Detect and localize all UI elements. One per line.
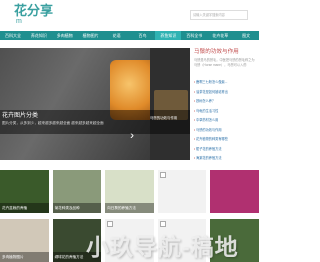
gallery-caption: 向日葵的养殖方法 [105,203,154,213]
nav-item[interactable]: 图文 [233,31,259,40]
gallery-caption: 菊花种类及品种 [52,203,102,213]
side-list-item[interactable]: 乌龟的生活习性 [194,107,256,117]
hero-right-caption[interactable]: 马鬃的功效与作用 [150,116,190,121]
gallery-card[interactable]: 菊花种类及品种 [52,170,102,213]
side-list-item[interactable]: 油茶花是如何被培育出 [194,88,256,98]
broken-image-icon [159,221,166,227]
hero-image-right [150,48,190,160]
gallery-card[interactable]: 多肉植物图片 [0,219,49,262]
side-desc: 马鬃是马的鬃毛，中医把马鬃的鬃毛称之为马鬃（Horse mane），马鬃可以入药 [194,58,255,67]
side-list-item[interactable]: 栀子花的养殖方法 [194,145,256,155]
side-list-item[interactable]: 中草药材怎么用 [194,116,256,126]
hero-section-title: 花卉图片分类 [2,113,39,119]
nav-item[interactable]: 植物图片 [78,31,104,40]
nav-item[interactable]: 百科大全 [0,31,26,40]
site-logo-sub: m [16,18,22,25]
side-list-item[interactable]: 海棠花的养殖方法 [194,154,256,164]
watermark-text: 小玖导航-稿地 [86,234,239,260]
main-nav: 百科大全 养花知识 多肉植物 植物图片 花语 百鸟 养鱼知识 百科全书 花卉花草… [0,31,259,40]
hero-section-desc: 图片分类，从多到少，越来越多越来越全面 越来越多越来越全面 [2,121,104,125]
side-list-item[interactable]: 鹿啊三七粉怎么做最... [194,78,256,88]
nav-item[interactable]: 花语 [104,31,130,40]
site-logo[interactable]: 花分享 [14,4,53,17]
nav-item[interactable]: 花卉花草 [207,31,233,40]
broken-image-icon [159,172,166,178]
side-list-item[interactable]: 铁树怎么养？ [194,97,256,107]
gallery-image [210,170,259,213]
gallery-card[interactable] [157,170,207,213]
side-list-item[interactable]: 马鬃的功效与作用 [194,126,256,136]
nav-item[interactable]: 百鸟 [130,31,156,40]
gallery-caption: 多肉植物图片 [0,252,49,262]
hero-slider[interactable]: › [0,48,190,160]
side-title[interactable]: 马鬃的功效与作用 [194,48,239,56]
gallery-card[interactable]: 向日葵的养殖方法 [105,170,154,213]
search-input[interactable]: 请输入关键字搜索内容 [190,10,248,20]
gallery-caption: 花卉盆栽的养殖 [0,203,49,213]
top-header: 花分享 m 请输入关键字搜索内容 [0,0,259,31]
nav-item-active[interactable]: 养鱼知识 [155,31,182,40]
nav-item[interactable]: 养花知识 [26,31,52,40]
gallery-card[interactable] [210,170,259,213]
nav-item[interactable]: 百科全书 [181,31,207,40]
gallery-card[interactable]: 花卉盆栽的养殖 [0,170,49,213]
broken-image-icon [107,221,114,227]
side-list-item[interactable]: 花卉植物的种类有哪些 [194,135,256,145]
nav-item[interactable]: 多肉植物 [52,31,78,40]
side-list: 鹿啊三七粉怎么做最... 油茶花是如何被培育出 铁树怎么养？ 乌龟的生活习性 中… [194,78,256,164]
